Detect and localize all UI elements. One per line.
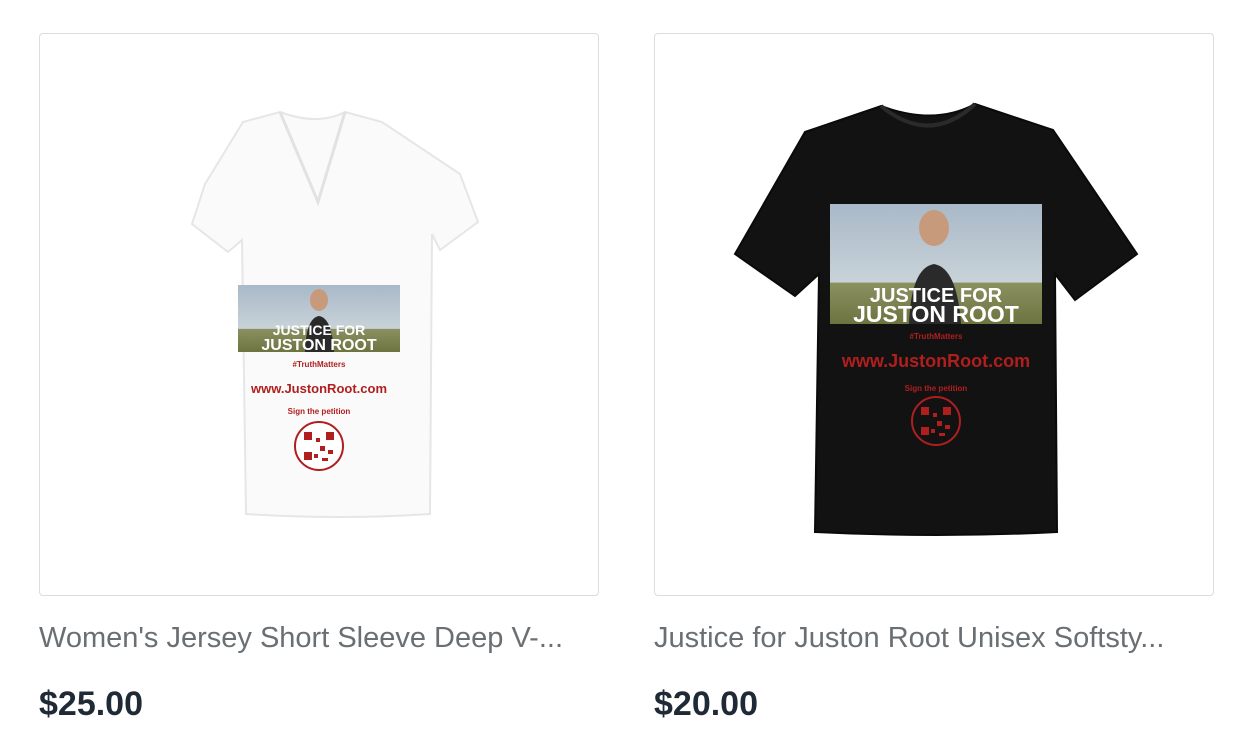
product-image-unisex[interactable]: JUSTICE FOR JUSTON ROOT #TruthMatters ww… — [654, 33, 1214, 596]
product-card-unisex[interactable]: JUSTICE FOR JUSTON ROOT #TruthMatters ww… — [654, 33, 1214, 724]
print-url: www.JustonRoot.com — [250, 381, 387, 396]
print-url: www.JustonRoot.com — [841, 351, 1030, 371]
vneck-tshirt-image: JUSTICE FOR JUSTON ROOT #TruthMatters ww… — [190, 110, 480, 518]
qr-code-seal — [911, 396, 961, 446]
product-price: $25.00 — [39, 685, 143, 723]
print-line2: JUSTON ROOT — [261, 337, 377, 354]
product-price: $20.00 — [654, 685, 758, 723]
black-tshirt-image: JUSTICE FOR JUSTON ROOT #TruthMatters ww… — [733, 102, 1139, 536]
print-cta: Sign the petition — [905, 384, 968, 393]
product-card-vneck[interactable]: JUSTICE FOR JUSTON ROOT #TruthMatters ww… — [39, 33, 599, 724]
print-hashtag: #TruthMatters — [910, 332, 963, 341]
product-image-vneck[interactable]: JUSTICE FOR JUSTON ROOT #TruthMatters ww… — [39, 33, 599, 596]
print-line2: JUSTON ROOT — [853, 301, 1019, 327]
print-cta: Sign the petition — [288, 407, 351, 416]
product-title[interactable]: Women's Jersey Short Sleeve Deep V-... — [39, 620, 599, 656]
qr-code-seal — [294, 421, 344, 471]
print-hashtag: #TruthMatters — [293, 360, 346, 369]
product-title[interactable]: Justice for Juston Root Unisex Softsty..… — [654, 620, 1214, 656]
print-line1: JUSTICE FOR — [273, 322, 366, 338]
